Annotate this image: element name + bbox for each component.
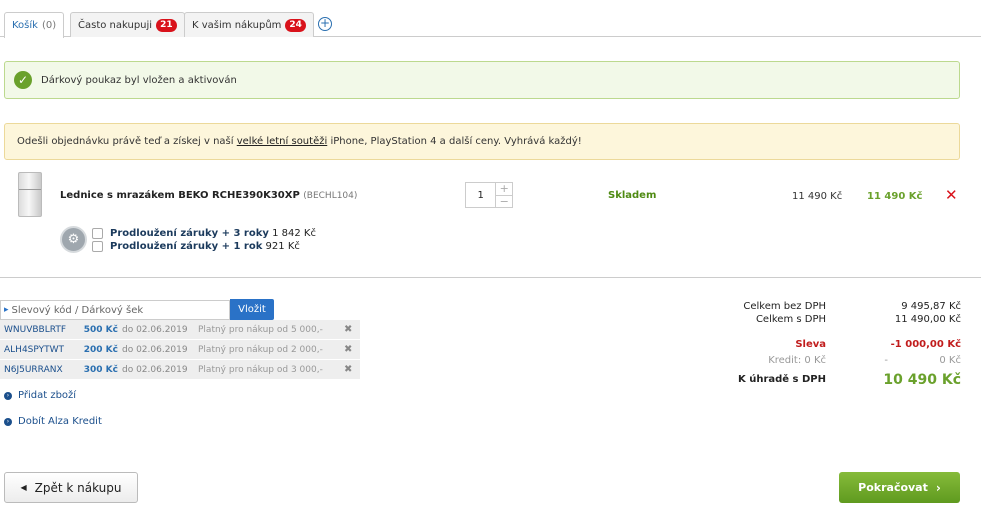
voucher-note: Platný pro nákup od 2 000,-: [198, 344, 323, 355]
warranty-checkbox[interactable]: [92, 241, 103, 252]
product-code: (BECHL104): [303, 191, 358, 201]
divider: [0, 277, 981, 278]
warranty-label: Prodloužení záruky + 3 roky: [110, 228, 269, 239]
voucher-note: Platný pro nákup od 5 000,-: [198, 324, 323, 335]
remove-voucher-icon[interactable]: ✖: [344, 364, 352, 375]
tab-label: K vašim nákupům: [192, 19, 282, 31]
voucher-code: ALH4SPYTWT: [4, 344, 64, 355]
voucher-code: N6J5URRANX: [4, 364, 63, 375]
warranty-label: Prodloužení záruky + 1 rok: [110, 241, 263, 252]
product-image[interactable]: [18, 172, 42, 217]
apply-voucher-button[interactable]: Vložit: [230, 299, 274, 320]
quantity-minus-button[interactable]: −: [496, 194, 512, 208]
warranty-icon: ⚙: [60, 226, 87, 253]
quantity-stepper[interactable]: 1 + −: [465, 182, 513, 208]
caret-left-icon: ◀: [20, 483, 27, 492]
promo-text-after: iPhone, PlayStation 4 a další ceny. Vyhr…: [330, 136, 582, 147]
top-up-credit-link[interactable]: › Dobít Alza Kredit: [4, 416, 102, 427]
add-item-label[interactable]: Přidat zboží: [18, 390, 76, 401]
tab-often-bought[interactable]: Často nakupuji 21: [70, 12, 185, 37]
voucher-value: 200 Kč: [83, 344, 118, 355]
arrow-right-icon: ›: [4, 391, 12, 400]
sum-with-vat: 11 490,00 Kč: [894, 314, 961, 325]
chevron-right-icon: ›: [935, 480, 941, 495]
discount-value: -1 000,00 Kč: [890, 339, 961, 350]
cart-tabs: Košík (0) Často nakupuji 21 K vašim náku…: [0, 0, 981, 38]
voucher-date: do 02.06.2019: [122, 344, 188, 355]
voucher-value: 300 Kč: [83, 364, 118, 375]
tab-label: Často nakupuji: [78, 19, 153, 31]
tab-label: Košík: [12, 20, 38, 31]
credit-value: 0 Kč: [939, 355, 961, 366]
tab-badge: 24: [285, 18, 306, 32]
warranty-price: 921 Kč: [265, 241, 300, 252]
continue-button[interactable]: Pokračovat ›: [839, 472, 960, 503]
total-value: 10 490 Kč: [883, 372, 961, 388]
discount-label: Sleva: [795, 339, 826, 350]
voucher-value: 500 Kč: [83, 324, 118, 335]
voucher-placeholder: Slevový kód / Dárkový šek: [11, 304, 144, 316]
voucher-input-marker: ▸: [4, 305, 9, 315]
product-name[interactable]: Lednice s mrazákem BEKO RCHE390K30XP: [60, 190, 300, 201]
back-to-shop-label: Zpět k nákupu: [34, 480, 122, 495]
remove-voucher-icon[interactable]: ✖: [344, 324, 352, 335]
product-name-line[interactable]: Lednice s mrazákem BEKO RCHE390K30XP (BE…: [60, 190, 357, 201]
success-alert: ✓ Dárkový poukaz byl vložen a aktivován: [4, 61, 960, 99]
warranty-option[interactable]: Prodloužení záruky + 1 rok 921 Kč: [92, 241, 300, 252]
voucher-row: WNUVBBLRTF 500 Kč do 02.06.2019 Platný p…: [0, 320, 360, 339]
arrow-right-icon: ›: [4, 417, 12, 426]
success-message: Dárkový poukaz byl vložen a aktivován: [41, 74, 237, 86]
remove-voucher-icon[interactable]: ✖: [344, 344, 352, 355]
total-label: K úhradě s DPH: [737, 374, 826, 385]
tab-count: (0): [41, 20, 57, 31]
voucher-code: WNUVBBLRTF: [4, 324, 67, 335]
voucher-row: N6J5URRANX 300 Kč do 02.06.2019 Platný p…: [0, 360, 360, 379]
quantity-plus-button[interactable]: +: [496, 183, 512, 195]
add-tab-icon[interactable]: +: [318, 17, 332, 31]
voucher-date: do 02.06.2019: [122, 324, 188, 335]
check-icon: ✓: [14, 71, 32, 89]
tab-badge: 21: [156, 18, 177, 32]
voucher-date: do 02.06.2019: [122, 364, 188, 375]
stock-status: Skladem: [608, 190, 657, 201]
sum-without-vat: 9 495,87 Kč: [901, 301, 961, 312]
top-up-credit-label[interactable]: Dobít Alza Kredit: [18, 416, 102, 427]
tab-related[interactable]: K vašim nákupům 24: [184, 12, 314, 37]
promo-contest-link[interactable]: velké letní soutěži: [237, 136, 328, 147]
quantity-input[interactable]: 1: [466, 183, 495, 207]
sum-with-vat-label: Celkem s DPH: [755, 314, 826, 325]
credit-dash: -: [884, 355, 888, 366]
warranty-checkbox[interactable]: [92, 228, 103, 239]
warranty-option[interactable]: Prodloužení záruky + 3 roky 1 842 Kč: [92, 228, 316, 239]
back-to-shop-button[interactable]: ◀ Zpět k nákupu: [4, 472, 138, 503]
add-item-link[interactable]: › Přidat zboží: [4, 390, 76, 401]
promo-text-before: Odešli objednávku právě teď a získej v n…: [17, 136, 234, 147]
voucher-input[interactable]: ▸ Slevový kód / Dárkový šek: [0, 300, 230, 320]
voucher-note: Platný pro nákup od 3 000,-: [198, 364, 323, 375]
tab-cart[interactable]: Košík (0): [4, 12, 65, 38]
sum-without-vat-label: Celkem bez DPH: [743, 301, 826, 312]
unit-price: 11 490 Kč: [792, 191, 843, 202]
remove-item-icon[interactable]: ✕: [945, 186, 958, 204]
line-total-price: 11 490 Kč: [867, 191, 923, 202]
warranty-price: 1 842 Kč: [272, 228, 316, 239]
continue-label: Pokračovat: [858, 481, 928, 494]
promo-banner: Odešli objednávku právě teď a získej v n…: [4, 123, 960, 160]
voucher-row: ALH4SPYTWT 200 Kč do 02.06.2019 Platný p…: [0, 340, 360, 359]
credit-label: Kredit: 0 Kč: [768, 355, 826, 366]
